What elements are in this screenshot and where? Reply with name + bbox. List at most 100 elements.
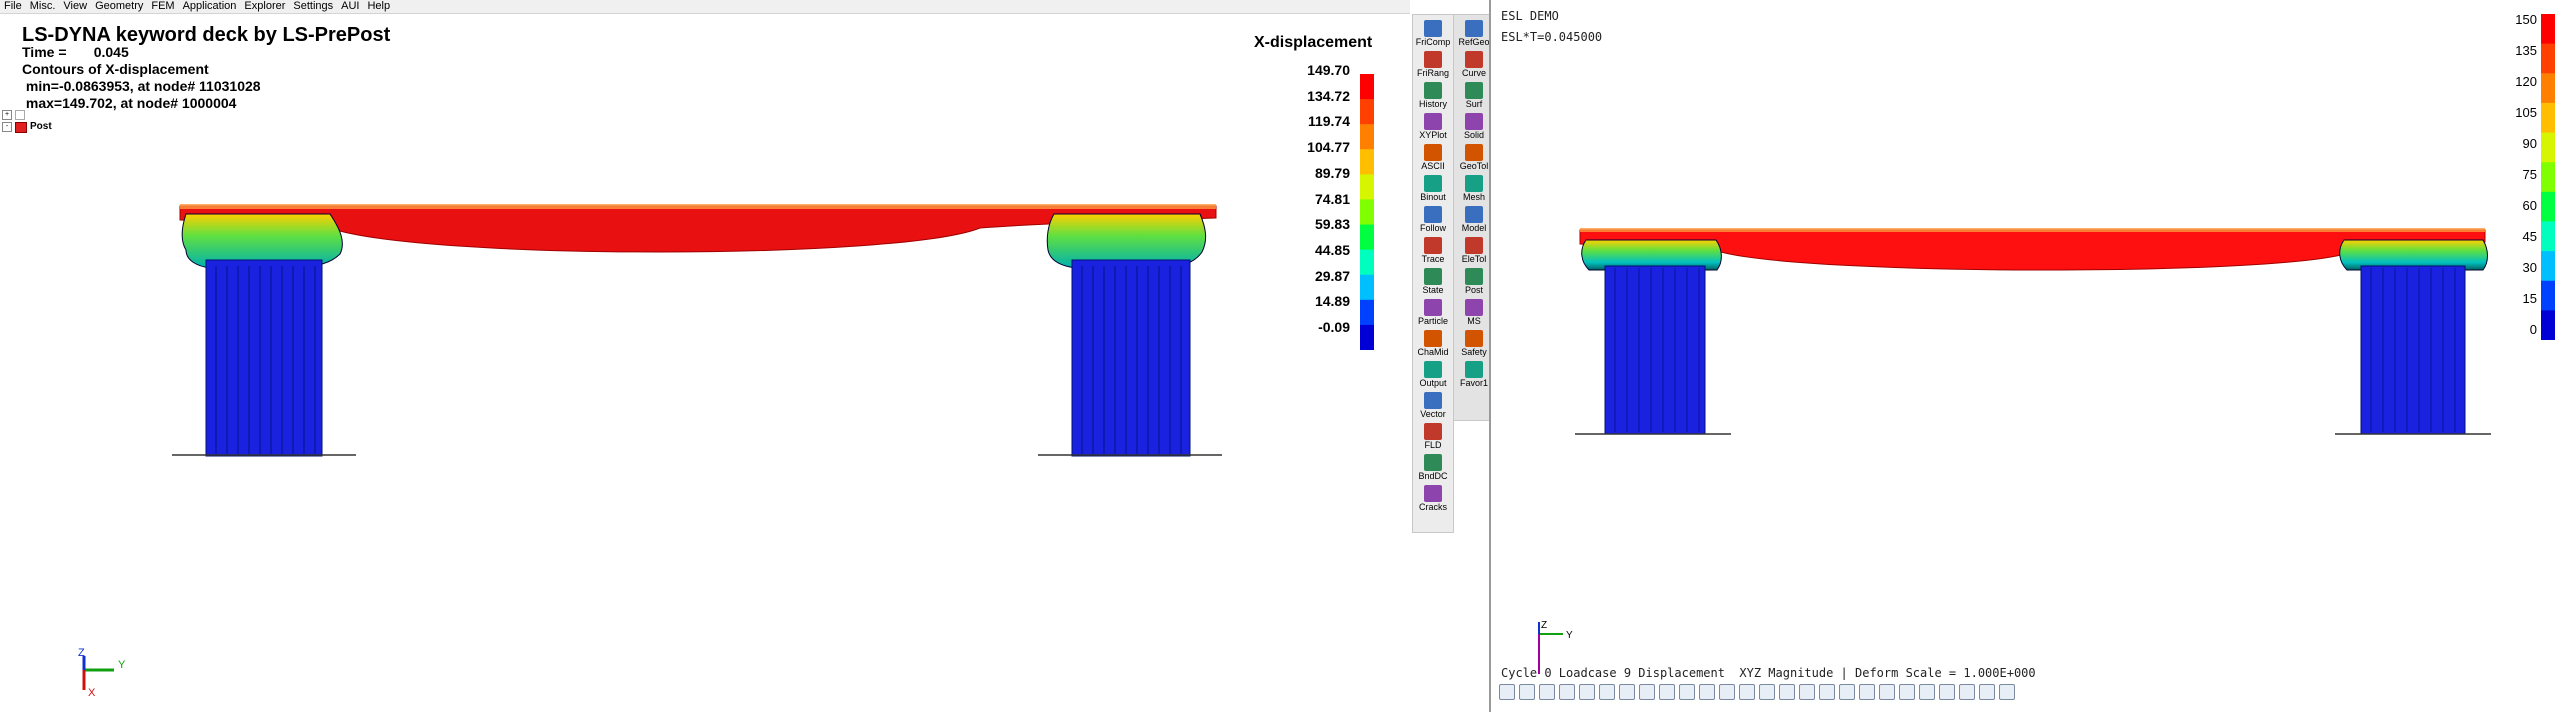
menu-application[interactable]: Application: [179, 0, 241, 13]
trace-icon: [1424, 237, 1442, 254]
tool-binout-button[interactable]: Binout: [1414, 174, 1452, 204]
view-tool-icon[interactable]: [1579, 684, 1595, 700]
menu-fem[interactable]: FEM: [147, 0, 178, 13]
view-tool-icon[interactable]: [1559, 684, 1575, 700]
menu-geometry[interactable]: Geometry: [91, 0, 147, 13]
cracks-icon: [1424, 485, 1442, 502]
view-tool-icon[interactable]: [1739, 684, 1755, 700]
tool-surf-button[interactable]: Surf: [1455, 81, 1493, 111]
axis-z-label: Z: [78, 647, 85, 659]
tool-label: Output: [1419, 378, 1447, 388]
tool-output-button[interactable]: Output: [1414, 360, 1452, 390]
view-tool-icon[interactable]: [1639, 684, 1655, 700]
view-tool-icon[interactable]: [1879, 684, 1895, 700]
tool-label: BndDC: [1418, 471, 1448, 481]
menu-aui[interactable]: AUI: [337, 0, 363, 13]
tool-label: FriRang: [1416, 68, 1449, 78]
tool-eletol-button[interactable]: EleTol: [1455, 236, 1493, 266]
axis-x-label: X: [88, 687, 96, 699]
mesh-icon: [1465, 175, 1483, 192]
view-tool-icon[interactable]: [1659, 684, 1675, 700]
tool-label: Vector: [1420, 409, 1446, 419]
legend-title: X-displacement: [1254, 34, 1373, 51]
tool-label: Mesh: [1462, 192, 1485, 202]
tool-cracks-button[interactable]: Cracks: [1414, 484, 1452, 514]
legend-value-label: 29.87: [1314, 267, 1350, 284]
left-graphics-viewport[interactable]: LS-DYNA keyword deck by LS-PrePost Time …: [0, 14, 1410, 712]
legend-swatch: [1360, 149, 1374, 175]
history-icon: [1424, 82, 1442, 99]
view-tool-icon[interactable]: [1699, 684, 1715, 700]
tool-particle-button[interactable]: Particle: [1414, 298, 1452, 328]
tool-state-button[interactable]: State: [1414, 267, 1452, 297]
menu-misc-[interactable]: Misc.: [26, 0, 60, 13]
solid-icon: [1465, 113, 1483, 130]
tool-ms-button[interactable]: MS: [1455, 298, 1493, 328]
tool-label: MS: [1467, 316, 1481, 326]
tool-ascii-button[interactable]: ASCII: [1414, 143, 1452, 173]
tool-fld-button[interactable]: FLD: [1414, 422, 1452, 452]
tool-favor1-button[interactable]: Favor1: [1455, 360, 1493, 390]
view-tool-icon[interactable]: [1839, 684, 1855, 700]
geotol-icon: [1465, 144, 1483, 161]
esl-pier-left: [1604, 265, 1706, 435]
tool-chamid-button[interactable]: ChaMid: [1414, 329, 1452, 359]
tool-history-button[interactable]: History: [1414, 81, 1452, 111]
view-tool-icon[interactable]: [1599, 684, 1615, 700]
legend-value-label: 44.85: [1314, 241, 1350, 258]
tool-post-button[interactable]: Post: [1455, 267, 1493, 297]
view-tool-icon[interactable]: [1679, 684, 1695, 700]
tool-xyplot-button[interactable]: XYPlot: [1414, 112, 1452, 142]
view-tool-icon[interactable]: [1719, 684, 1735, 700]
tool-model-button[interactable]: Model: [1455, 205, 1493, 235]
view-tool-icon[interactable]: [1759, 684, 1775, 700]
esl-legend-value-label: 135: [2515, 43, 2537, 58]
tool-label: State: [1422, 285, 1444, 295]
tool-mesh-button[interactable]: Mesh: [1455, 174, 1493, 204]
tool-bnddc-button[interactable]: BndDC: [1414, 453, 1452, 483]
view-tool-icon[interactable]: [1899, 684, 1915, 700]
view-tool-icon[interactable]: [1619, 684, 1635, 700]
legend-swatch: [1360, 174, 1374, 200]
view-tool-icon[interactable]: [1979, 684, 1995, 700]
esl-legend-value-label: 90: [2522, 136, 2537, 151]
view-tool-icon[interactable]: [1799, 684, 1815, 700]
esl-legend-swatch: [2541, 162, 2555, 193]
tool-frirang-button[interactable]: FriRang: [1414, 50, 1452, 80]
tool-curve-button[interactable]: Curve: [1455, 50, 1493, 80]
tool-safety-button[interactable]: Safety: [1455, 329, 1493, 359]
view-tool-icon[interactable]: [1939, 684, 1955, 700]
tool-refgeo-button[interactable]: RefGeo: [1455, 19, 1493, 49]
esl-legend-value-label: 105: [2515, 105, 2537, 120]
view-tool-icon[interactable]: [1919, 684, 1935, 700]
menu-help[interactable]: Help: [363, 0, 394, 13]
menu-view[interactable]: View: [59, 0, 91, 13]
right-graphics-viewport[interactable]: ESL DEMO ESL*T=0.045000 Y Z 150135120: [1491, 0, 2560, 712]
menu-settings[interactable]: Settings: [289, 0, 337, 13]
view-tool-icon[interactable]: [1999, 684, 2015, 700]
tool-follow-button[interactable]: Follow: [1414, 205, 1452, 235]
tool-label: RefGeo: [1458, 37, 1490, 47]
xyplot-icon: [1424, 113, 1442, 130]
view-tool-icon[interactable]: [1959, 684, 1975, 700]
surf-icon: [1465, 82, 1483, 99]
esl-legend-value-label: 0: [2529, 322, 2537, 337]
view-tool-icon[interactable]: [1499, 684, 1515, 700]
tool-trace-button[interactable]: Trace: [1414, 236, 1452, 266]
esl-model-view: Y Z: [1538, 228, 2491, 674]
bnddc-icon: [1424, 454, 1442, 471]
tool-fricomp-button[interactable]: FriComp: [1414, 19, 1452, 49]
tool-solid-button[interactable]: Solid: [1455, 112, 1493, 142]
tool-label: History: [1418, 99, 1447, 109]
menu-explorer[interactable]: Explorer: [240, 0, 289, 13]
view-tool-icon[interactable]: [1859, 684, 1875, 700]
output-icon: [1424, 361, 1442, 378]
esl-status-line: Cycle 0 Loadcase 9 Displacement XYZ Magn…: [1501, 666, 2036, 680]
tool-geotol-button[interactable]: GeoTol: [1455, 143, 1493, 173]
tool-vector-button[interactable]: Vector: [1414, 391, 1452, 421]
view-tool-icon[interactable]: [1819, 684, 1835, 700]
view-tool-icon[interactable]: [1519, 684, 1535, 700]
menu-file[interactable]: File: [0, 0, 26, 13]
view-tool-icon[interactable]: [1779, 684, 1795, 700]
view-tool-icon[interactable]: [1539, 684, 1555, 700]
